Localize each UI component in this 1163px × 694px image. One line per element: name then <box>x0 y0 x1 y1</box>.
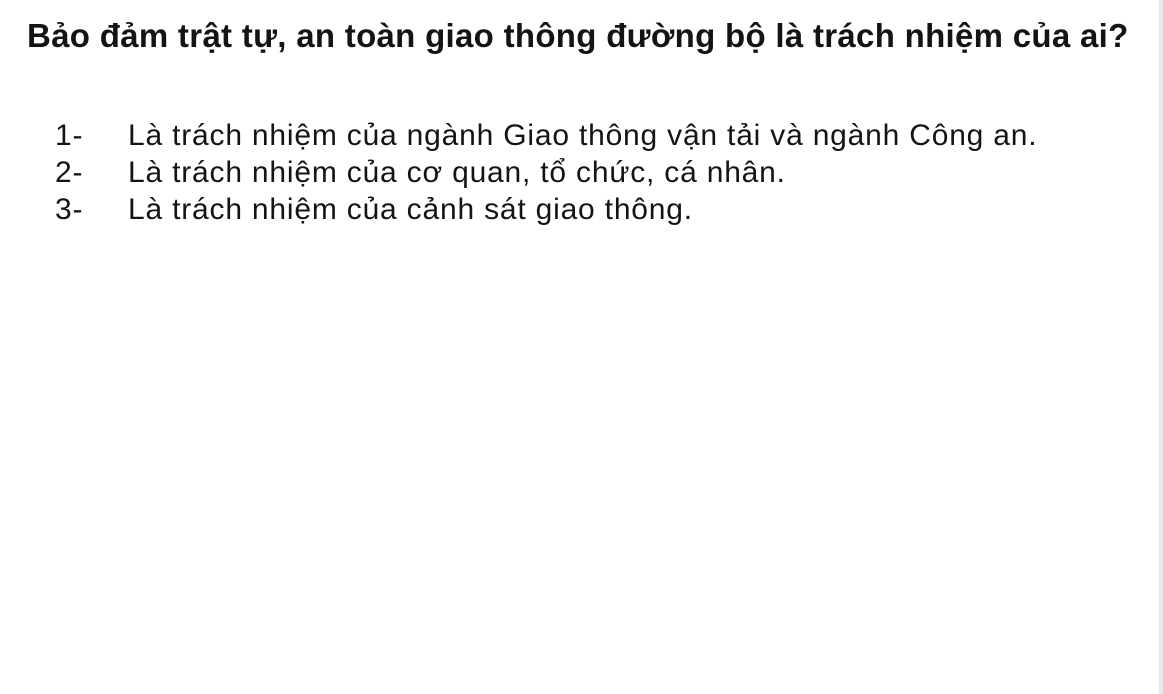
answer-number: 3- <box>55 193 84 226</box>
answer-text: Là trách nhiệm của ngành Giao thông vận … <box>128 119 1038 152</box>
answer-option-2[interactable]: 2- Là trách nhiệm của cơ quan, tổ chức, … <box>55 154 1140 191</box>
question-card: Bảo đảm trật tự, an toàn giao thông đườn… <box>0 0 1163 694</box>
answer-text: Là trách nhiệm của cơ quan, tổ chức, cá … <box>128 156 786 189</box>
answer-number: 2- <box>55 156 84 189</box>
question-text: Bảo đảm trật tự, an toàn giao thông đườn… <box>27 17 1129 54</box>
answer-number: 1- <box>55 119 84 152</box>
answer-option-3[interactable]: 3- Là trách nhiệm của cảnh sát giao thôn… <box>55 191 1140 228</box>
answer-option-1[interactable]: 1- Là trách nhiệm của ngành Giao thông v… <box>55 117 1140 154</box>
answer-list: 1- Là trách nhiệm của ngành Giao thông v… <box>55 117 1140 228</box>
answer-text: Là trách nhiệm của cảnh sát giao thông. <box>128 193 693 226</box>
